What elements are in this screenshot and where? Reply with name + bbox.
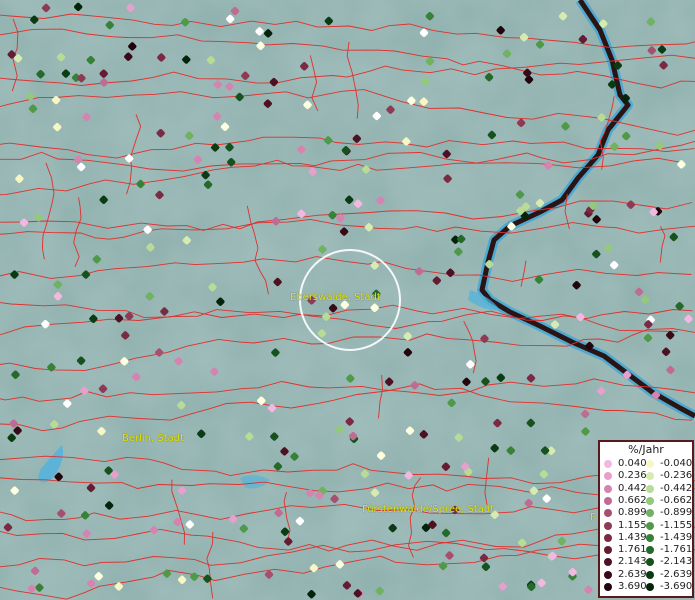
legend-value: 1.761 (618, 544, 647, 556)
place-label: Berlin, Stadt (122, 433, 185, 444)
legend-value: -0.442 (660, 482, 693, 494)
legend-swatch (604, 570, 612, 579)
legend-value: -0.899 (660, 507, 693, 519)
legend-swatch (604, 583, 612, 591)
legend-value: -0.040 (660, 458, 693, 469)
legend-title: %/Jahr (628, 443, 664, 456)
legend-swatch (646, 570, 654, 579)
legend-swatch (604, 484, 612, 493)
place-label: F (590, 512, 596, 523)
legend-swatch (646, 558, 654, 567)
legend-swatch (646, 521, 654, 530)
legend-swatch (646, 496, 654, 505)
legend-value: -1.155 (660, 519, 693, 531)
legend-value: 1.439 (618, 531, 647, 543)
legend-swatch (646, 533, 654, 542)
legend-value: 2.639 (618, 568, 647, 580)
legend-value: 2.143 (618, 556, 647, 568)
legend-swatch (646, 460, 654, 468)
legend-value: -3.690 (660, 581, 693, 592)
legend-value: 0.442 (618, 482, 647, 494)
legend-value: -0.236 (660, 470, 693, 482)
place-label: Fürstenwalde/Spree, Stadt (362, 504, 495, 515)
legend-swatch (646, 509, 654, 518)
legend-value: -2.639 (660, 568, 693, 580)
legend-value: 0.662 (618, 494, 647, 506)
legend-swatch (646, 484, 654, 493)
legend-value: -1.761 (660, 544, 693, 556)
legend-swatch (604, 546, 612, 555)
legend-value: 3.690 (618, 581, 647, 592)
legend-swatch (604, 472, 612, 481)
map-view[interactable]: Eberswalde, Stadt Berlin, Stadt Fürstenw… (0, 0, 695, 600)
legend-value: 0.236 (618, 470, 647, 482)
legend-swatch (604, 558, 612, 567)
legend-swatch (646, 546, 654, 555)
legend-swatch (646, 472, 654, 481)
legend: %/Jahr 0.040 0.236 0.442 0.662 0.899 1.155 1.4… (598, 440, 694, 598)
legend-swatch (604, 521, 612, 530)
legend-swatch (604, 496, 612, 505)
legend-swatch (604, 460, 612, 468)
legend-value: 0.040 (618, 458, 647, 469)
legend-value: 1.155 (618, 519, 647, 531)
place-label: Eberswalde, Stadt (290, 292, 381, 303)
legend-value: 0.899 (618, 507, 647, 519)
legend-value: -1.439 (660, 531, 693, 543)
legend-swatch (604, 533, 612, 542)
legend-swatch (646, 583, 654, 591)
legend-value: -0.662 (660, 494, 693, 506)
legend-value: -2.143 (660, 556, 693, 568)
legend-swatch (604, 509, 612, 518)
